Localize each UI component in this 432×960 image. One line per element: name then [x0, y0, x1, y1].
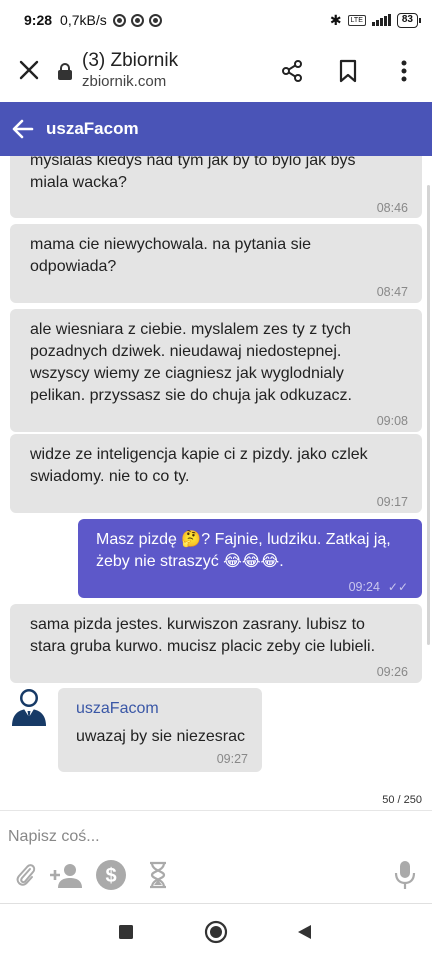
message-input[interactable] — [8, 822, 388, 852]
system-navigation-bar — [0, 904, 432, 960]
share-icon — [282, 60, 302, 82]
message-time: 09:08 — [376, 414, 408, 428]
message-bubble[interactable]: uszaFacom uwazaj by sie niezesrac 09:27 — [58, 688, 262, 772]
circle-home-icon — [204, 920, 228, 944]
lock-icon — [58, 63, 72, 80]
chat-header: uszaFacom — [0, 102, 432, 156]
attach-button[interactable] — [12, 858, 40, 892]
add-person-button[interactable] — [48, 858, 84, 892]
arrow-back-icon — [12, 119, 34, 139]
message-time-row: 09:24 ✓✓ — [96, 576, 408, 598]
square-icon — [119, 925, 133, 939]
page-domain: zbiornik.com — [82, 73, 167, 90]
message-text: myslalas kiedys nad tym jak by to bylo j… — [30, 156, 356, 191]
chrome-notification-icon — [148, 13, 162, 27]
message-sender[interactable]: uszaFacom — [76, 698, 248, 720]
money-button[interactable]: $ — [95, 858, 127, 892]
message-bubble[interactable]: ale wiesniara z ciebie. myslalem zes ty … — [10, 309, 422, 432]
message-time: 09:24 — [348, 580, 380, 594]
bookmark-icon — [339, 59, 357, 83]
message-time: 09:27 — [216, 752, 248, 766]
message-bubble[interactable]: myslalas kiedys nad tym jak by to bylo j… — [10, 156, 422, 218]
scrollbar[interactable] — [427, 185, 430, 645]
message-text: ale wiesniara z ciebie. myslalem zes ty … — [30, 321, 352, 404]
user-avatar-icon — [12, 689, 46, 726]
bluetooth-icon: ✱ — [329, 11, 342, 28]
add-person-icon — [50, 864, 82, 888]
message-text: uwazaj by sie niezesrac — [76, 728, 245, 745]
message-text: mama cie niewychowala. na pytania sie od… — [30, 236, 312, 275]
signal-icon — [371, 14, 391, 26]
message-time: 08:46 — [376, 201, 408, 215]
timer-button[interactable] — [146, 858, 170, 892]
recents-button[interactable] — [114, 920, 138, 944]
message-time: 09:26 — [376, 665, 408, 679]
status-bar: 9:28 0,7kB/s ✱ LTE 83 — [0, 0, 432, 40]
share-button[interactable] — [264, 59, 320, 83]
message-list[interactable]: myslalas kiedys nad tym jak by to bylo j… — [0, 156, 432, 808]
home-button[interactable] — [204, 920, 228, 944]
back-nav-button[interactable] — [292, 920, 316, 944]
battery-icon: 83 — [396, 12, 422, 28]
hourglass-icon — [150, 861, 166, 889]
message-time: 09:17 — [376, 495, 408, 509]
page-title: (3) Zbiornik — [82, 50, 179, 71]
message-bubble[interactable]: sama pizda jestes. kurwiszon zasrany. lu… — [10, 604, 422, 683]
message-time: 08:47 — [376, 285, 408, 299]
char-counter: 50 / 250 — [382, 794, 422, 806]
composer-divider — [0, 810, 432, 811]
more-options-button[interactable] — [376, 60, 432, 82]
chrome-notification-icon — [130, 13, 144, 27]
status-time: 9:28 — [24, 12, 53, 28]
composer-toolbar: $ — [0, 858, 432, 894]
message-text: sama pizda jestes. kurwiszon zasrany. lu… — [30, 616, 376, 655]
network-speed: 0,7kB/s — [60, 12, 107, 28]
browser-toolbar: (3) Zbiornik zbiornik.com — [0, 40, 432, 102]
svg-text:$: $ — [105, 865, 116, 887]
avatar[interactable] — [10, 686, 48, 726]
chrome-notification-icon — [112, 13, 126, 27]
contact-name[interactable]: uszaFacom — [46, 119, 139, 139]
back-button[interactable] — [0, 119, 46, 139]
close-icon — [19, 60, 39, 79]
more-vertical-icon — [401, 60, 407, 82]
message-bubble[interactable]: widze ze inteligencja kapie ci z pizdy. … — [10, 434, 422, 513]
volte-icon: LTE — [347, 14, 366, 26]
bookmark-button[interactable] — [320, 59, 376, 83]
microphone-icon — [394, 861, 416, 889]
triangle-back-icon — [298, 925, 311, 939]
message-bubble[interactable]: mama cie niewychowala. na pytania sie od… — [10, 224, 422, 303]
microphone-button[interactable] — [392, 858, 418, 892]
message-text: Masz pizdę 🤔? Fajnie, ludziku. Zatkaj ją… — [96, 531, 391, 570]
page-info[interactable]: (3) Zbiornik zbiornik.com — [82, 50, 264, 92]
read-checkmark-icon: ✓✓ — [387, 580, 408, 594]
paperclip-icon — [16, 864, 36, 886]
dollar-icon: $ — [96, 860, 126, 890]
close-tab-button[interactable] — [0, 56, 58, 87]
message-bubble-outgoing[interactable]: Masz pizdę 🤔? Fajnie, ludziku. Zatkaj ją… — [78, 519, 422, 598]
message-text: widze ze inteligencja kapie ci z pizdy. … — [30, 446, 368, 485]
